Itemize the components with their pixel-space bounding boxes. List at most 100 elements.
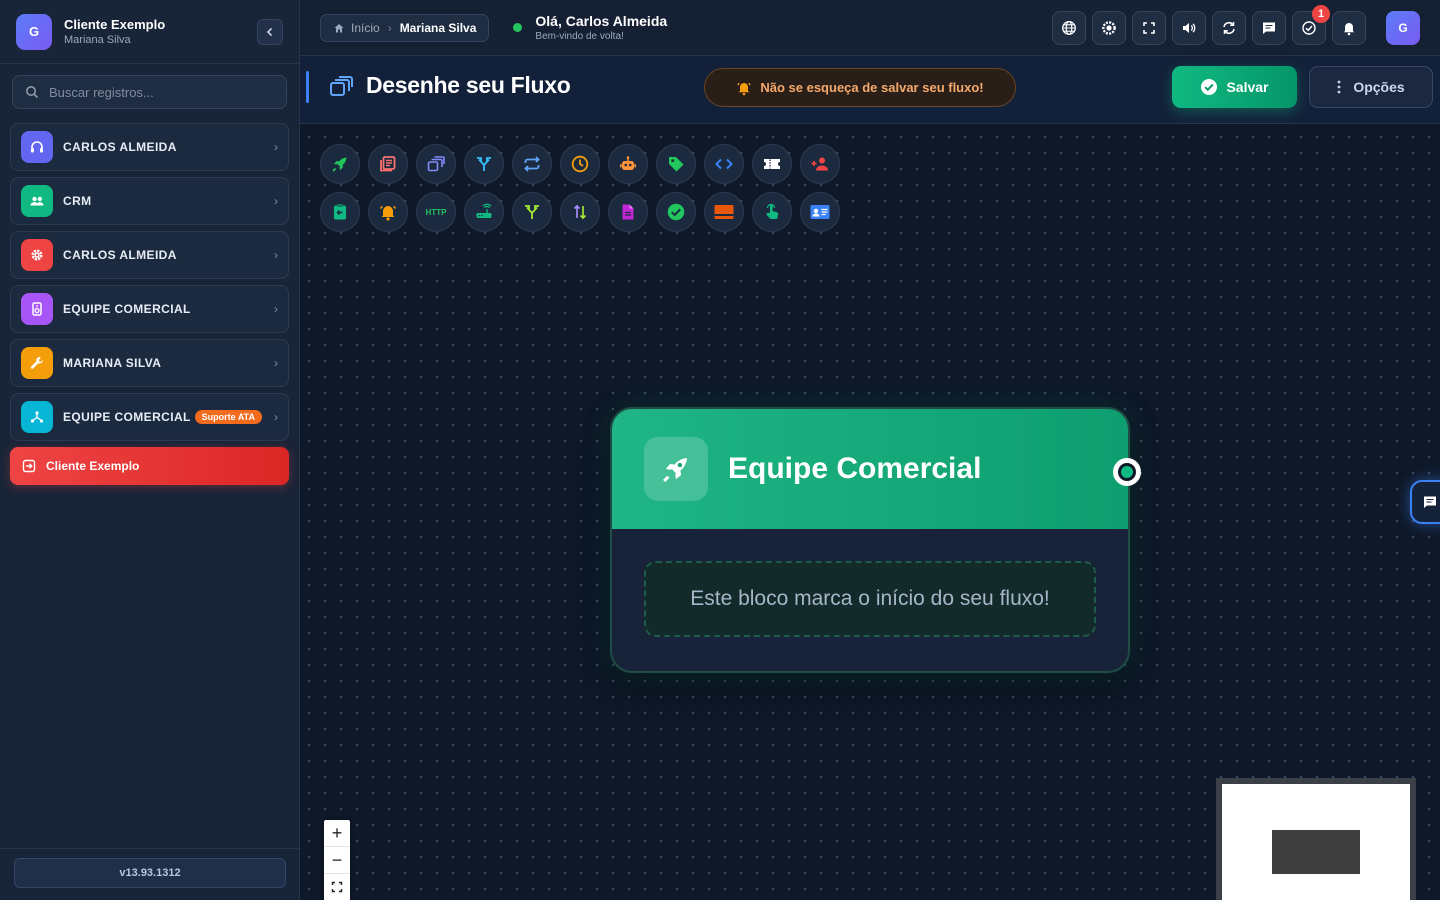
palette-code-button[interactable] [704, 144, 744, 184]
palette-panel-button[interactable] [704, 192, 744, 232]
breadcrumb-home-link[interactable]: Início [351, 21, 380, 35]
chevron-right-icon: › [274, 140, 278, 154]
palette-loop-button[interactable] [512, 144, 552, 184]
rocket-icon [332, 157, 347, 172]
floating-chat-button[interactable] [1410, 480, 1440, 524]
palette-transfer-button[interactable] [320, 192, 360, 232]
zoom-out-button[interactable]: − [324, 847, 350, 874]
sidebar-footer: v13.93.1312 [0, 848, 300, 900]
palette-ticket-button[interactable] [752, 144, 792, 184]
palette-sort-button[interactable] [560, 192, 600, 232]
palette-interaction-button[interactable] [752, 192, 792, 232]
palette-menu-button[interactable] [416, 144, 456, 184]
org-name: Cliente Exemplo [64, 17, 166, 32]
zoom-in-button[interactable]: + [324, 820, 350, 847]
palette-wait-button[interactable] [560, 144, 600, 184]
save-reminder-banner: Não se esqueça de salvar seu fluxo! [704, 68, 1016, 107]
palette-notify-button[interactable] [368, 192, 408, 232]
options-button[interactable]: Opções [1309, 66, 1433, 108]
chevron-left-icon [266, 27, 273, 36]
search-input[interactable] [49, 84, 269, 100]
sidebar-item-label: MARIANA SILVA [63, 356, 162, 370]
sidebar-item-equipe-comercial-support[interactable]: EQUIPE COMERCIAL Suporte ATA › [10, 393, 289, 441]
palette-document-button[interactable] [608, 192, 648, 232]
chevron-right-icon: › [274, 356, 278, 370]
breadcrumb-separator-icon: › [387, 20, 392, 35]
search-box[interactable] [12, 75, 287, 109]
check-circle-icon [667, 203, 685, 221]
greeting-subtitle: Bem-vindo de volta! [535, 31, 624, 42]
flow-canvas[interactable]: HTTP Equipe Comercial Este bloco marca o… [300, 124, 1440, 900]
theme-button[interactable] [1092, 11, 1126, 45]
palette-row-2: HTTP [320, 192, 850, 232]
topbar-actions: 1 G [1046, 5, 1420, 45]
alarm-icon [737, 82, 752, 95]
tag-icon [669, 157, 684, 172]
split-icon [525, 205, 539, 219]
palette-start-button[interactable] [320, 144, 360, 184]
palette-split-button[interactable] [512, 192, 552, 232]
language-button[interactable] [1052, 11, 1086, 45]
greeting-title: Olá, Carlos Almeida [535, 13, 668, 29]
palette-assign-user-button[interactable] [800, 144, 840, 184]
chevron-right-icon: › [274, 410, 278, 424]
palette-tag-button[interactable] [656, 144, 696, 184]
tasks-count-badge: 1 [1312, 5, 1330, 23]
start-node-header: Equipe Comercial [612, 409, 1128, 529]
messages-button[interactable] [1252, 11, 1286, 45]
network-icon [21, 401, 53, 433]
sidebar-item-mariana-silva[interactable]: MARIANA SILVA › [10, 339, 289, 387]
palette-condition-button[interactable] [464, 144, 504, 184]
refresh-button[interactable] [1212, 11, 1246, 45]
sidebar-item-label: CARLOS ALMEIDA [63, 248, 177, 262]
volume-button[interactable] [1172, 11, 1206, 45]
sidebar-item-label: CRM [63, 194, 92, 208]
notifications-button[interactable] [1332, 11, 1366, 45]
org-avatar[interactable]: G [16, 13, 52, 50]
palette-bot-button[interactable] [608, 144, 648, 184]
sidebar-item-crm[interactable]: CRM › [10, 177, 289, 225]
palette-integration-button[interactable] [464, 192, 504, 232]
clipboard-icon [334, 204, 346, 220]
minimap-node [1272, 830, 1360, 874]
fullscreen-button[interactable] [1132, 11, 1166, 45]
tasks-button[interactable]: 1 [1292, 5, 1330, 45]
start-node[interactable]: Equipe Comercial Este bloco marca o iníc… [610, 407, 1130, 673]
start-node-output-handle[interactable] [1113, 458, 1141, 486]
headset-icon [21, 131, 53, 163]
gear-icon [21, 239, 53, 271]
breadcrumb: Início › Mariana Silva [320, 13, 490, 42]
user-avatar[interactable]: G [1386, 11, 1420, 45]
palette-finish-button[interactable] [656, 192, 696, 232]
globe-icon [1062, 21, 1076, 35]
palette-contact-button[interactable] [800, 192, 840, 232]
online-status-dot [513, 23, 523, 32]
sidebar-item-cliente-exemplo[interactable]: Cliente Exemplo [10, 447, 289, 485]
chevron-right-icon: › [274, 194, 278, 208]
http-icon: HTTP [425, 207, 447, 217]
sidebar-item-carlos-almeida[interactable]: CARLOS ALMEIDA › [10, 123, 289, 171]
clock-icon [571, 155, 589, 173]
collapse-sidebar-button[interactable] [257, 18, 283, 45]
palette-row-1 [320, 144, 850, 184]
sidebar-item-carlos-almeida-settings[interactable]: CARLOS ALMEIDA › [10, 231, 289, 279]
sidebar-item-equipe-comercial[interactable]: EQUIPE COMERCIAL › [10, 285, 289, 333]
sidebar-item-label: CARLOS ALMEIDA [63, 140, 177, 154]
code-icon [715, 158, 733, 170]
support-badge: Suporte ATA [194, 410, 262, 424]
palette-http-button[interactable]: HTTP [416, 192, 456, 232]
fullscreen-icon [1143, 22, 1155, 34]
plus-icon: + [331, 822, 343, 843]
sidebar-header: G Cliente Exemplo Mariana Silva [0, 0, 299, 64]
save-button[interactable]: Salvar [1172, 66, 1297, 108]
ticket-icon [764, 159, 780, 169]
page-title: Desenhe seu Fluxo [366, 72, 571, 98]
palette-content-button[interactable] [368, 144, 408, 184]
file-icon [622, 204, 634, 220]
fit-view-button[interactable] [324, 874, 350, 900]
zoom-controls: + − [324, 820, 350, 900]
touch-icon [766, 203, 779, 219]
org-info: Cliente Exemplo Mariana Silva [64, 17, 257, 46]
minimap[interactable] [1216, 778, 1416, 900]
chat-icon [1424, 496, 1436, 508]
